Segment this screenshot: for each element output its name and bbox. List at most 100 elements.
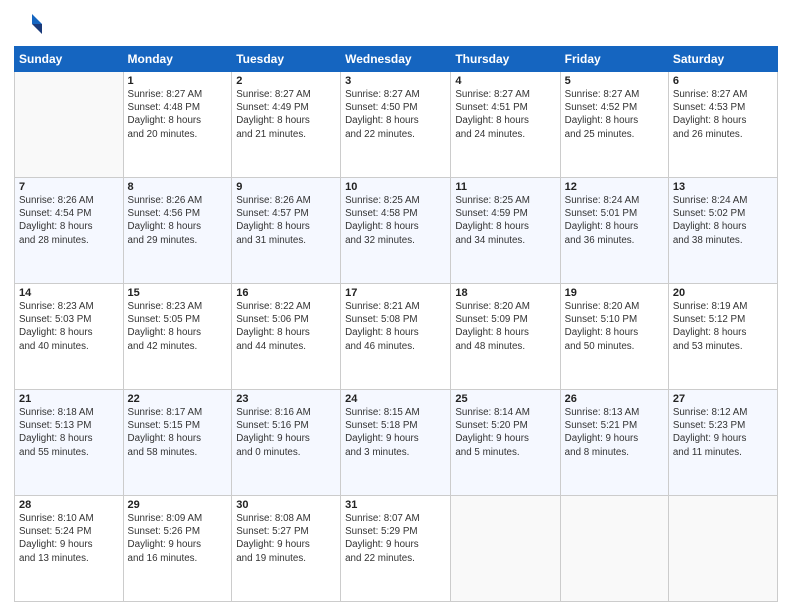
calendar-cell: 9Sunrise: 8:26 AM Sunset: 4:57 PM Daylig… xyxy=(232,178,341,284)
calendar-cell: 2Sunrise: 8:27 AM Sunset: 4:49 PM Daylig… xyxy=(232,72,341,178)
cell-info: Sunrise: 8:18 AM Sunset: 5:13 PM Dayligh… xyxy=(19,406,119,459)
cell-date: 27 xyxy=(673,393,773,405)
cell-date: 16 xyxy=(236,287,336,299)
calendar-cell: 30Sunrise: 8:08 AM Sunset: 5:27 PM Dayli… xyxy=(232,496,341,602)
calendar-cell: 26Sunrise: 8:13 AM Sunset: 5:21 PM Dayli… xyxy=(560,390,668,496)
calendar-cell: 13Sunrise: 8:24 AM Sunset: 5:02 PM Dayli… xyxy=(668,178,777,284)
calendar-cell: 12Sunrise: 8:24 AM Sunset: 5:01 PM Dayli… xyxy=(560,178,668,284)
cell-date: 25 xyxy=(455,393,555,405)
calendar-week-3: 14Sunrise: 8:23 AM Sunset: 5:03 PM Dayli… xyxy=(15,284,778,390)
cell-info: Sunrise: 8:15 AM Sunset: 5:18 PM Dayligh… xyxy=(345,406,446,459)
cell-date: 10 xyxy=(345,181,446,193)
calendar-cell: 20Sunrise: 8:19 AM Sunset: 5:12 PM Dayli… xyxy=(668,284,777,390)
cell-date: 3 xyxy=(345,75,446,87)
calendar-cell: 4Sunrise: 8:27 AM Sunset: 4:51 PM Daylig… xyxy=(451,72,560,178)
cell-info: Sunrise: 8:25 AM Sunset: 4:59 PM Dayligh… xyxy=(455,194,555,247)
page: SundayMondayTuesdayWednesdayThursdayFrid… xyxy=(0,0,792,612)
calendar-week-4: 21Sunrise: 8:18 AM Sunset: 5:13 PM Dayli… xyxy=(15,390,778,496)
calendar-cell: 18Sunrise: 8:20 AM Sunset: 5:09 PM Dayli… xyxy=(451,284,560,390)
calendar-week-1: 1Sunrise: 8:27 AM Sunset: 4:48 PM Daylig… xyxy=(15,72,778,178)
cell-info: Sunrise: 8:17 AM Sunset: 5:15 PM Dayligh… xyxy=(128,406,228,459)
cell-info: Sunrise: 8:20 AM Sunset: 5:10 PM Dayligh… xyxy=(565,300,664,353)
col-header-sunday: Sunday xyxy=(15,47,124,72)
calendar-cell: 6Sunrise: 8:27 AM Sunset: 4:53 PM Daylig… xyxy=(668,72,777,178)
cell-date: 17 xyxy=(345,287,446,299)
calendar-cell: 25Sunrise: 8:14 AM Sunset: 5:20 PM Dayli… xyxy=(451,390,560,496)
calendar-cell xyxy=(451,496,560,602)
cell-date: 15 xyxy=(128,287,228,299)
cell-date: 23 xyxy=(236,393,336,405)
cell-info: Sunrise: 8:24 AM Sunset: 5:01 PM Dayligh… xyxy=(565,194,664,247)
cell-date: 18 xyxy=(455,287,555,299)
logo-icon xyxy=(14,10,44,40)
cell-date: 19 xyxy=(565,287,664,299)
cell-date: 13 xyxy=(673,181,773,193)
calendar-cell: 19Sunrise: 8:20 AM Sunset: 5:10 PM Dayli… xyxy=(560,284,668,390)
cell-date: 21 xyxy=(19,393,119,405)
header xyxy=(14,10,778,40)
cell-info: Sunrise: 8:26 AM Sunset: 4:56 PM Dayligh… xyxy=(128,194,228,247)
calendar-cell: 23Sunrise: 8:16 AM Sunset: 5:16 PM Dayli… xyxy=(232,390,341,496)
calendar-cell: 8Sunrise: 8:26 AM Sunset: 4:56 PM Daylig… xyxy=(123,178,232,284)
calendar-cell: 1Sunrise: 8:27 AM Sunset: 4:48 PM Daylig… xyxy=(123,72,232,178)
calendar-cell: 5Sunrise: 8:27 AM Sunset: 4:52 PM Daylig… xyxy=(560,72,668,178)
cell-info: Sunrise: 8:27 AM Sunset: 4:51 PM Dayligh… xyxy=(455,88,555,141)
cell-date: 26 xyxy=(565,393,664,405)
cell-date: 7 xyxy=(19,181,119,193)
cell-info: Sunrise: 8:07 AM Sunset: 5:29 PM Dayligh… xyxy=(345,512,446,565)
cell-info: Sunrise: 8:10 AM Sunset: 5:24 PM Dayligh… xyxy=(19,512,119,565)
cell-info: Sunrise: 8:27 AM Sunset: 4:53 PM Dayligh… xyxy=(673,88,773,141)
cell-info: Sunrise: 8:27 AM Sunset: 4:49 PM Dayligh… xyxy=(236,88,336,141)
calendar-cell xyxy=(560,496,668,602)
cell-date: 14 xyxy=(19,287,119,299)
cell-info: Sunrise: 8:23 AM Sunset: 5:05 PM Dayligh… xyxy=(128,300,228,353)
cell-info: Sunrise: 8:27 AM Sunset: 4:52 PM Dayligh… xyxy=(565,88,664,141)
calendar-cell: 16Sunrise: 8:22 AM Sunset: 5:06 PM Dayli… xyxy=(232,284,341,390)
calendar-cell: 22Sunrise: 8:17 AM Sunset: 5:15 PM Dayli… xyxy=(123,390,232,496)
col-header-monday: Monday xyxy=(123,47,232,72)
cell-info: Sunrise: 8:12 AM Sunset: 5:23 PM Dayligh… xyxy=(673,406,773,459)
cell-info: Sunrise: 8:24 AM Sunset: 5:02 PM Dayligh… xyxy=(673,194,773,247)
cell-date: 29 xyxy=(128,499,228,511)
cell-date: 22 xyxy=(128,393,228,405)
cell-info: Sunrise: 8:20 AM Sunset: 5:09 PM Dayligh… xyxy=(455,300,555,353)
cell-info: Sunrise: 8:09 AM Sunset: 5:26 PM Dayligh… xyxy=(128,512,228,565)
calendar-cell: 10Sunrise: 8:25 AM Sunset: 4:58 PM Dayli… xyxy=(341,178,451,284)
cell-date: 2 xyxy=(236,75,336,87)
cell-info: Sunrise: 8:21 AM Sunset: 5:08 PM Dayligh… xyxy=(345,300,446,353)
col-header-wednesday: Wednesday xyxy=(341,47,451,72)
cell-info: Sunrise: 8:26 AM Sunset: 4:54 PM Dayligh… xyxy=(19,194,119,247)
cell-date: 4 xyxy=(455,75,555,87)
calendar-header-row: SundayMondayTuesdayWednesdayThursdayFrid… xyxy=(15,47,778,72)
calendar-cell: 15Sunrise: 8:23 AM Sunset: 5:05 PM Dayli… xyxy=(123,284,232,390)
calendar-cell xyxy=(668,496,777,602)
cell-info: Sunrise: 8:23 AM Sunset: 5:03 PM Dayligh… xyxy=(19,300,119,353)
calendar-cell: 28Sunrise: 8:10 AM Sunset: 5:24 PM Dayli… xyxy=(15,496,124,602)
cell-info: Sunrise: 8:25 AM Sunset: 4:58 PM Dayligh… xyxy=(345,194,446,247)
cell-date: 12 xyxy=(565,181,664,193)
calendar-cell: 14Sunrise: 8:23 AM Sunset: 5:03 PM Dayli… xyxy=(15,284,124,390)
col-header-thursday: Thursday xyxy=(451,47,560,72)
cell-date: 9 xyxy=(236,181,336,193)
cell-date: 1 xyxy=(128,75,228,87)
col-header-tuesday: Tuesday xyxy=(232,47,341,72)
calendar-cell: 21Sunrise: 8:18 AM Sunset: 5:13 PM Dayli… xyxy=(15,390,124,496)
cell-date: 6 xyxy=(673,75,773,87)
cell-info: Sunrise: 8:27 AM Sunset: 4:48 PM Dayligh… xyxy=(128,88,228,141)
cell-info: Sunrise: 8:26 AM Sunset: 4:57 PM Dayligh… xyxy=(236,194,336,247)
calendar-cell xyxy=(15,72,124,178)
cell-date: 8 xyxy=(128,181,228,193)
calendar-cell: 29Sunrise: 8:09 AM Sunset: 5:26 PM Dayli… xyxy=(123,496,232,602)
cell-info: Sunrise: 8:13 AM Sunset: 5:21 PM Dayligh… xyxy=(565,406,664,459)
col-header-friday: Friday xyxy=(560,47,668,72)
calendar-cell: 24Sunrise: 8:15 AM Sunset: 5:18 PM Dayli… xyxy=(341,390,451,496)
logo xyxy=(14,10,48,40)
calendar-week-5: 28Sunrise: 8:10 AM Sunset: 5:24 PM Dayli… xyxy=(15,496,778,602)
calendar-cell: 27Sunrise: 8:12 AM Sunset: 5:23 PM Dayli… xyxy=(668,390,777,496)
calendar-cell: 3Sunrise: 8:27 AM Sunset: 4:50 PM Daylig… xyxy=(341,72,451,178)
cell-date: 24 xyxy=(345,393,446,405)
cell-date: 31 xyxy=(345,499,446,511)
cell-info: Sunrise: 8:14 AM Sunset: 5:20 PM Dayligh… xyxy=(455,406,555,459)
calendar-cell: 31Sunrise: 8:07 AM Sunset: 5:29 PM Dayli… xyxy=(341,496,451,602)
cell-info: Sunrise: 8:22 AM Sunset: 5:06 PM Dayligh… xyxy=(236,300,336,353)
